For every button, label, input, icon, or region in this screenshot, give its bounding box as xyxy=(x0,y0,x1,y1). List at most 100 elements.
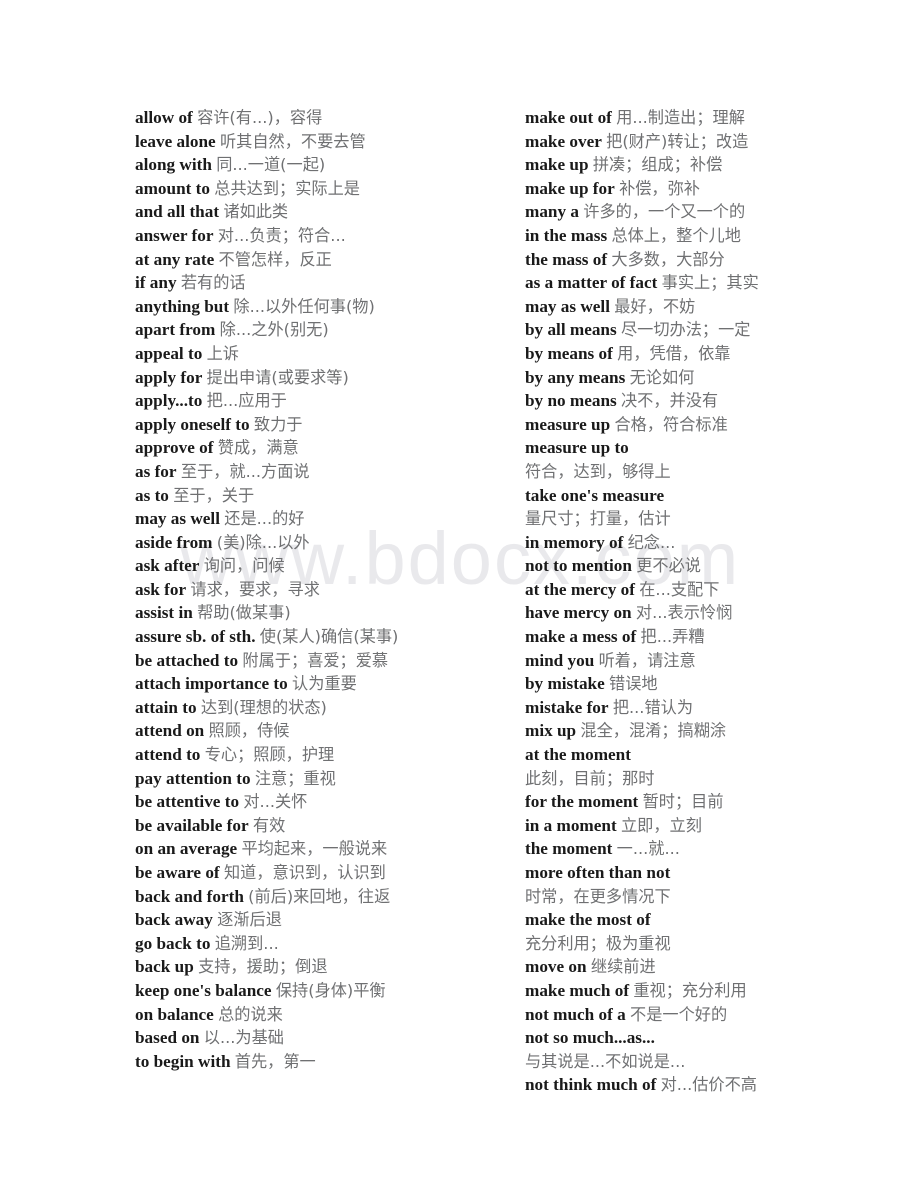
entry-gloss: 更不必说 xyxy=(636,556,701,576)
entry-gloss: 暂时；目前 xyxy=(642,792,724,812)
entry-gloss: 把...应用于 xyxy=(206,391,287,411)
glossary-entry: to begin with 首先，第一 xyxy=(135,1050,515,1074)
entry-term: leave alone xyxy=(135,131,216,151)
glossary-entry: at any rate 不管怎样，反正 xyxy=(135,248,515,272)
entry-gloss: 在...支配下 xyxy=(639,579,720,599)
entry-gloss: 照顾，侍候 xyxy=(208,721,290,741)
entry-term: if any xyxy=(135,273,177,293)
entry-gloss: 注意；重视 xyxy=(254,768,336,788)
entry-term: keep one's balance xyxy=(135,980,272,1000)
glossary-entry: apply...to 把...应用于 xyxy=(135,389,515,413)
entry-term: amount to xyxy=(135,178,210,198)
entry-term: apart from xyxy=(135,320,216,340)
entry-gloss: 符合，达到，够得上 xyxy=(525,461,671,481)
entry-term: make a mess of xyxy=(525,627,637,647)
entry-gloss: 首先，第一 xyxy=(234,1051,316,1071)
entry-gloss: 拼凑；组成；补偿 xyxy=(592,155,723,175)
entry-gloss: 时常，在更多情况下 xyxy=(525,886,671,906)
entry-term: more often than not xyxy=(525,863,671,882)
glossary-entry: many a 许多的，一个又一个的 xyxy=(525,200,910,224)
entry-gloss: 专心；照顾，护理 xyxy=(204,745,335,765)
entry-term: have mercy on xyxy=(525,603,632,623)
entry-term: allow of xyxy=(135,108,193,127)
glossary-entry: have mercy on 对...表示怜悯 xyxy=(525,601,910,625)
entry-term: as for xyxy=(135,461,177,481)
entry-gloss: 最好，不妨 xyxy=(614,296,696,316)
entry-gloss: 诸如此类 xyxy=(223,202,289,222)
entry-gloss: 大多数，大部分 xyxy=(611,249,725,269)
entry-gloss: 纪念... xyxy=(627,532,676,552)
glossary-entry: the mass of 大多数，大部分 xyxy=(525,248,910,272)
glossary-entry: appeal to 上诉 xyxy=(135,342,515,366)
entry-term: not so much...as... xyxy=(525,1028,655,1048)
glossary-entry: as to 至于，关于 xyxy=(135,484,515,508)
glossary-entry: assure sb. of sth. 使(某人)确信(某事) xyxy=(135,625,515,649)
glossary-entry: on balance 总的说来 xyxy=(135,1003,515,1027)
entry-gloss: 错误地 xyxy=(609,674,658,694)
glossary-entry: pay attention to 注意；重视 xyxy=(135,767,515,791)
glossary-entry: in memory of 纪念... xyxy=(525,531,910,555)
entry-term: mistake for xyxy=(525,697,609,717)
entry-gloss: 补偿，弥补 xyxy=(619,178,700,198)
entry-term: mix up xyxy=(525,721,577,741)
glossary-entry: answer for 对...负责；符合... xyxy=(135,224,515,248)
entry-gloss: 除...之外(别无) xyxy=(219,320,329,340)
entry-term: attend to xyxy=(135,745,201,765)
entry-term: ask after xyxy=(135,556,200,576)
entry-term: measure up xyxy=(525,414,611,434)
entry-term: back and forth xyxy=(135,886,244,906)
glossary-entry: leave alone 听其自然，不要去管 xyxy=(135,130,515,154)
entry-gloss: (美)除...以外 xyxy=(216,532,310,552)
glossary-entry: make much of 重视；充分利用 xyxy=(525,979,910,1003)
glossary-entry: attain to 达到(理想的状态) xyxy=(135,696,515,720)
entry-term: approve of xyxy=(135,438,214,458)
entry-gloss: 上诉 xyxy=(206,343,239,363)
glossary-entry: make up 拼凑；组成；补偿 xyxy=(525,153,910,177)
entry-gloss: 有效 xyxy=(252,815,286,835)
glossary-entry: mistake for 把...错认为 xyxy=(525,696,910,720)
entry-gloss: 一...就... xyxy=(616,839,680,859)
entry-term: on balance xyxy=(135,1004,214,1024)
entry-term: as to xyxy=(135,485,169,505)
entry-gloss: 至于，就...方面说 xyxy=(180,461,310,481)
glossary-entry: make over 把(财产)转让；改造 xyxy=(525,130,910,154)
entry-term: be attentive to xyxy=(135,792,240,812)
entry-term: may as well xyxy=(525,296,610,316)
entry-term: assure sb. of sth. xyxy=(135,627,256,647)
entry-gloss: 混全，混淆；搞糊涂 xyxy=(580,721,727,741)
glossary-entry: and all that 诸如此类 xyxy=(135,200,515,224)
glossary-entry: make the most of 充分利用；极为重视 xyxy=(525,908,910,955)
glossary-entry: amount to 总共达到；实际上是 xyxy=(135,177,515,201)
entry-gloss: 逐渐后退 xyxy=(217,910,282,930)
glossary-entry: not much of a 不是一个好的 xyxy=(525,1003,910,1027)
entry-gloss: 还是...的好 xyxy=(224,509,305,529)
entry-gloss: 合格，符合标准 xyxy=(614,414,728,434)
glossary-entry: aside from (美)除...以外 xyxy=(135,531,515,555)
entry-term: by mistake xyxy=(525,674,605,694)
entry-term: apply for xyxy=(135,367,203,387)
entry-gloss: 立即，立刻 xyxy=(620,815,702,835)
entry-term: at the moment xyxy=(525,745,631,765)
entry-gloss: 此刻，目前；那时 xyxy=(525,768,655,788)
entry-term: anything but xyxy=(135,296,230,316)
entry-term: the mass of xyxy=(525,249,608,269)
entry-gloss: 听着，请注意 xyxy=(598,650,696,670)
glossary-entry: not to mention 更不必说 xyxy=(525,554,910,578)
entry-gloss: 听其自然，不要去管 xyxy=(219,131,366,151)
entry-term: back away xyxy=(135,910,213,930)
entry-gloss: 平均起来，一般说来 xyxy=(241,839,388,859)
entry-term: be aware of xyxy=(135,863,220,882)
entry-term: back up xyxy=(135,957,194,977)
glossary-entry: attend on 照顾，侍候 xyxy=(135,719,515,743)
entry-term: for the moment xyxy=(525,792,639,812)
glossary-entry: assist in 帮助(做某事) xyxy=(135,601,515,625)
glossary-entry: not think much of 对...估价不高 xyxy=(525,1073,910,1097)
entry-gloss: 以...为基础 xyxy=(203,1028,284,1048)
glossary-entry: attach importance to 认为重要 xyxy=(135,672,515,696)
entry-gloss: 询问，问候 xyxy=(203,556,285,576)
glossary-entry: allow of 容许(有...)，容得 xyxy=(135,106,515,130)
entry-term: by no means xyxy=(525,391,617,411)
glossary-entry: along with 同...一道(一起) xyxy=(135,153,515,177)
entry-gloss: 把...错认为 xyxy=(612,697,694,717)
glossary-entry: at the mercy of 在...支配下 xyxy=(525,578,910,602)
